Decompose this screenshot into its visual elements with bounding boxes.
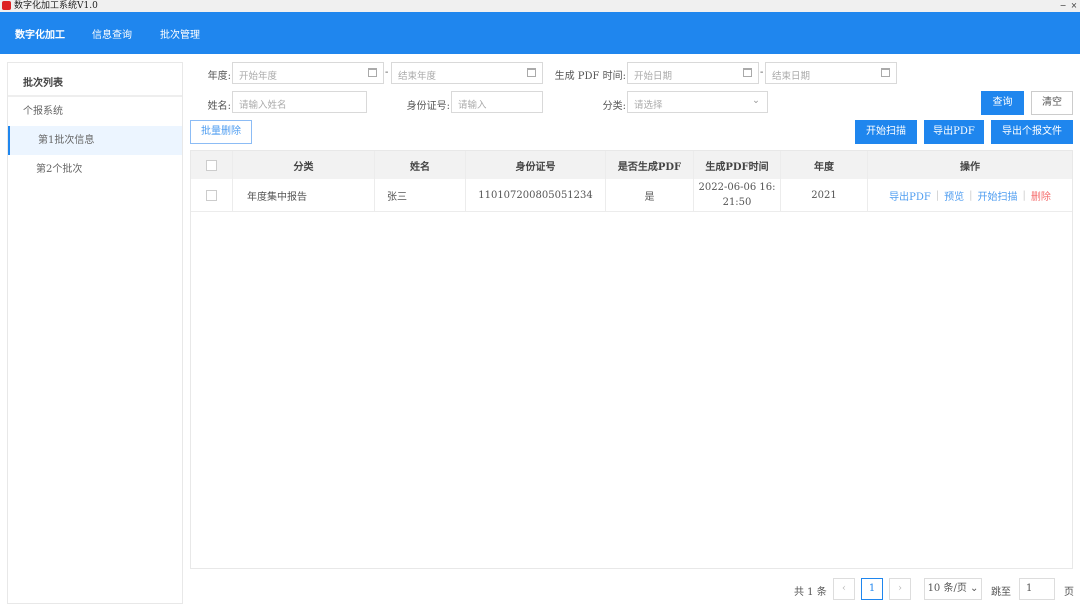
col-pdf-generated: 是否生成PDF xyxy=(606,151,694,179)
year-end-placeholder: 结束年度 xyxy=(398,71,437,82)
table-row: 年度集中报告 张三 110107200805051234 是 2022-06-0… xyxy=(191,179,1072,212)
row-start-scan-link[interactable]: 开始扫描 xyxy=(978,188,1018,203)
table-header: 分类 姓名 身份证号 是否生成PDF 生成PDF时间 年度 操作 xyxy=(191,151,1072,179)
range-dash: - xyxy=(760,67,764,78)
cell-name: 张三 xyxy=(375,179,466,211)
sidebar-title: 批次列表 xyxy=(8,63,182,97)
page-size-select[interactable]: 10 条/页 ⌄ xyxy=(924,578,982,600)
calendar-icon xyxy=(527,68,536,77)
row-export-pdf-link[interactable]: 导出PDF xyxy=(889,188,931,203)
name-input[interactable]: 请输入姓名 xyxy=(232,91,367,113)
page-size-value: 10 条/页 xyxy=(927,583,967,594)
export-report-button[interactable]: 导出个报文件 xyxy=(991,120,1073,144)
calendar-icon xyxy=(743,68,752,77)
year-label: 年度: xyxy=(207,71,231,82)
start-scan-button[interactable]: 开始扫描 xyxy=(855,120,917,144)
select-all-checkbox[interactable] xyxy=(206,159,217,171)
pdf-time-label: 生成 PDF 时间: xyxy=(554,71,626,82)
page-1-button[interactable]: 1 xyxy=(861,578,883,600)
id-input[interactable]: 请输入 xyxy=(451,91,543,113)
date-end-placeholder: 结束日期 xyxy=(772,71,811,82)
year-start-placeholder: 开始年度 xyxy=(239,71,278,82)
nav-info-query[interactable]: 信息查询 xyxy=(92,26,132,41)
category-placeholder: 请选择 xyxy=(634,100,663,111)
total-count: 共 1 条 xyxy=(794,587,827,598)
col-id: 身份证号 xyxy=(466,151,606,179)
col-name: 姓名 xyxy=(375,151,466,179)
time-line-1: 2022-06-06 16: xyxy=(698,182,776,193)
calendar-icon xyxy=(368,68,377,77)
calendar-icon xyxy=(881,68,890,77)
year-start-input[interactable]: 开始年度 xyxy=(232,62,384,84)
export-pdf-button[interactable]: 导出PDF xyxy=(924,120,984,144)
col-pdf-time: 生成PDF时间 xyxy=(694,151,781,179)
date-end-input[interactable]: 结束日期 xyxy=(765,62,897,84)
clear-button[interactable]: 清空 xyxy=(1031,91,1073,115)
goto-label: 跳至 xyxy=(991,587,1011,598)
title-bar: 数字化加工系统V1.0 xyxy=(0,0,1080,12)
minimize-button[interactable]: − xyxy=(1058,1,1068,11)
nav-batch-management[interactable]: 批次管理 xyxy=(160,26,200,41)
col-year: 年度 xyxy=(781,151,868,179)
cell-year: 2021 xyxy=(781,179,868,211)
cell-id: 110107200805051234 xyxy=(466,179,606,211)
row-delete-link[interactable]: 删除 xyxy=(1031,188,1051,203)
app-logo-icon xyxy=(2,1,11,10)
next-page-button[interactable]: › xyxy=(889,578,911,600)
cell-pdf-generated: 是 xyxy=(606,179,694,211)
query-button[interactable]: 查询 xyxy=(981,91,1024,115)
nav-digital-processing[interactable]: 数字化加工 xyxy=(15,26,65,41)
col-actions: 操作 xyxy=(960,161,980,173)
row-checkbox[interactable] xyxy=(206,189,217,201)
goto-page-input[interactable]: 1 xyxy=(1019,578,1055,600)
data-table: 分类 姓名 身份证号 是否生成PDF 生成PDF时间 年度 操作 年度集中报告 … xyxy=(190,150,1073,569)
sidebar-item-batch-2[interactable]: 第2个批次 xyxy=(8,155,182,184)
window-title: 数字化加工系统V1.0 xyxy=(14,1,98,11)
date-start-input[interactable]: 开始日期 xyxy=(627,62,759,84)
range-dash: - xyxy=(385,67,389,78)
id-label: 身份证号: xyxy=(406,101,450,112)
prev-page-button[interactable]: ‹ xyxy=(833,578,855,600)
category-select[interactable]: 请选择 ⌄ xyxy=(627,91,768,113)
row-preview-link[interactable]: 预览 xyxy=(944,188,964,203)
chevron-down-icon: ⌄ xyxy=(752,95,760,106)
top-nav: 数字化加工 信息查询 批次管理 xyxy=(0,12,1080,54)
chevron-down-icon: ⌄ xyxy=(970,583,979,594)
cell-pdf-time: 2022-06-06 16: 21:50 xyxy=(694,179,781,211)
batch-delete-button[interactable]: 批量删除 xyxy=(190,120,252,144)
col-category: 分类 xyxy=(233,151,375,179)
close-button[interactable]: × xyxy=(1069,1,1079,11)
sidebar-group[interactable]: 个报系统 xyxy=(8,97,182,126)
name-label: 姓名: xyxy=(207,101,231,112)
category-label: 分类: xyxy=(602,101,626,112)
cell-actions: 导出PDF | 预览 | 开始扫描 | 删除 xyxy=(889,188,1051,203)
time-line-2: 21:50 xyxy=(722,197,752,208)
year-end-input[interactable]: 结束年度 xyxy=(391,62,543,84)
cell-category: 年度集中报告 xyxy=(233,179,375,211)
page-unit-label: 页 xyxy=(1064,587,1074,598)
sidebar: 批次列表 个报系统 第1批次信息 第2个批次 xyxy=(7,62,183,604)
date-start-placeholder: 开始日期 xyxy=(634,71,673,82)
sidebar-item-batch-1[interactable]: 第1批次信息 xyxy=(8,126,182,155)
